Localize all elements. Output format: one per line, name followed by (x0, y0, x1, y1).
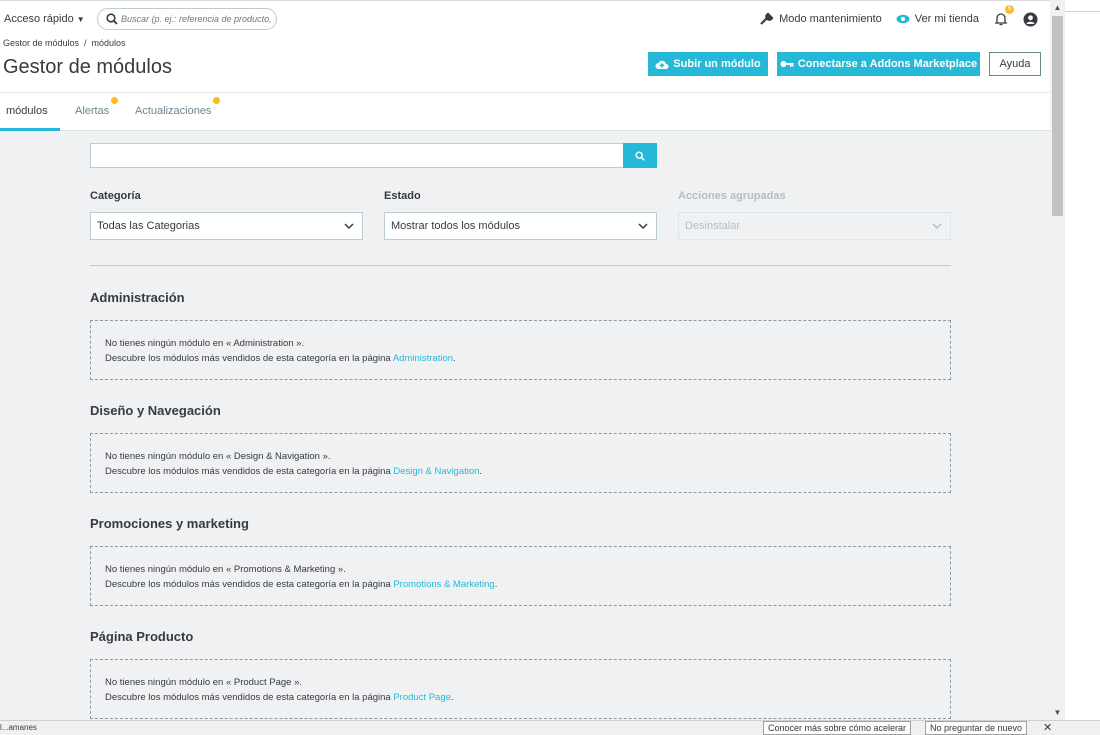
page-title: Gestor de módulos (3, 56, 172, 78)
empty-category-box: No tienes ningún módulo en « Administrat… (90, 320, 951, 380)
status-filter-label: Estado (384, 190, 421, 202)
key-icon (780, 61, 794, 67)
discover-message: Descubre los módulos más vendidos de est… (105, 692, 454, 703)
divider (1065, 11, 1100, 12)
status-select-value: Mostrar todos los módulos (391, 220, 520, 232)
discover-text: Descubre los módulos más vendidos de est… (105, 579, 394, 590)
tab-updates-label: Actualizaciones (135, 105, 212, 117)
updates-badge (213, 97, 221, 104)
side-panel (1065, 0, 1100, 735)
dont-ask-again-button[interactable]: No preguntar de nuevo (925, 721, 1028, 735)
tab-modules-label: módulos (6, 105, 48, 117)
empty-message: No tienes ningún módulo en « Design & Na… (105, 451, 331, 462)
search-icon (635, 150, 645, 161)
empty-category-box: No tienes ningún módulo en « Promotions … (90, 546, 951, 606)
quick-access-dropdown[interactable]: Acceso rápido ▼ (4, 13, 85, 25)
search-icon (106, 13, 118, 25)
scroll-down-arrow-icon[interactable]: ▼ (1050, 705, 1065, 720)
global-search-input[interactable] (121, 12, 271, 26)
scrollbar-thumb[interactable] (1052, 16, 1063, 216)
category-select[interactable]: Todas las Categorias (90, 212, 363, 240)
bulk-actions-select: Desinstalar (678, 212, 951, 240)
category-filter-label: Categoría (90, 190, 141, 202)
chevron-down-icon (932, 223, 942, 230)
scroll-up-arrow-icon[interactable]: ▲ (1050, 0, 1065, 15)
chevron-down-icon[interactable]: ✕ (1043, 721, 1052, 734)
global-search[interactable] (97, 8, 277, 30)
tab-bar: módulos Alertas Actualizaciones (0, 93, 1050, 131)
empty-message: No tienes ningún módulo en « Product Pag… (105, 677, 302, 688)
app-window: Acceso rápido▼ Modo mantenimiento Ver mi… (0, 0, 1050, 720)
category-link[interactable]: Administration (393, 353, 453, 364)
empty-category-box: No tienes ningún módulo en « Design & Na… (90, 433, 951, 493)
help-button[interactable]: Ayuda (989, 52, 1041, 76)
tab-modules[interactable]: módulos (6, 105, 48, 117)
status-text: l...amanes (0, 723, 37, 732)
empty-message: No tienes ningún módulo en « Administrat… (105, 338, 305, 349)
bulk-actions-label: Acciones agrupadas (678, 190, 786, 202)
module-search-button[interactable] (623, 143, 657, 168)
category-select-value: Todas las Categorias (97, 220, 200, 232)
alerts-badge (111, 97, 119, 104)
eye-icon (896, 14, 910, 24)
empty-category-box: No tienes ningún módulo en « Product Pag… (90, 659, 951, 719)
upload-module-button[interactable]: Subir un módulo (648, 52, 768, 76)
tab-alerts[interactable]: Alertas (75, 97, 119, 117)
maintenance-link[interactable]: Modo mantenimiento (760, 12, 882, 26)
tab-updates[interactable]: Actualizaciones (135, 97, 221, 117)
discover-message: Descubre los módulos más vendidos de est… (105, 579, 498, 590)
divider (90, 265, 951, 266)
caret-down-icon: ▼ (76, 15, 85, 24)
notification-badge: 6 (1005, 5, 1014, 14)
active-tab-indicator (0, 128, 60, 131)
discover-text: Descubre los módulos más vendidos de est… (105, 692, 394, 703)
notifications-button[interactable]: 6 (993, 5, 1014, 27)
chevron-down-icon (638, 223, 648, 230)
top-right-links: Modo mantenimiento Ver mi tienda 6 (760, 5, 1038, 27)
user-avatar-icon[interactable] (1023, 12, 1038, 27)
cloud-upload-icon (655, 60, 669, 69)
category-link[interactable]: Promotions & Marketing (393, 579, 494, 590)
learn-more-button[interactable]: Conocer más sobre cómo acelerar (763, 721, 912, 735)
browser-notification-bar: l...amanes Conocer más sobre cómo aceler… (0, 720, 1100, 735)
page-header: Gestor de módulos / módulos Gestor de mó… (0, 34, 1050, 93)
section-title: Diseño y Navegación (90, 403, 221, 418)
vertical-scrollbar[interactable]: ▲ ▼ (1050, 0, 1065, 720)
status-select[interactable]: Mostrar todos los módulos (384, 212, 657, 240)
module-search-input[interactable] (90, 143, 624, 168)
section-title: Página Producto (90, 629, 194, 644)
discover-message: Descubre los módulos más vendidos de est… (105, 353, 456, 364)
upload-module-label: Subir un módulo (673, 58, 761, 70)
view-store-label: Ver mi tienda (914, 13, 979, 25)
category-link[interactable]: Product Page (393, 692, 451, 703)
wrench-icon (760, 12, 774, 25)
breadcrumb: Gestor de módulos / módulos (3, 38, 126, 48)
section-title: Promociones y marketing (90, 516, 249, 531)
connect-addons-label: Conectarse a Addons Marketplace (797, 58, 978, 70)
discover-text: Descubre los módulos más vendidos de est… (105, 466, 394, 477)
connect-addons-button[interactable]: Conectarse a Addons Marketplace (777, 52, 980, 76)
bulk-actions-value: Desinstalar (685, 220, 741, 232)
section-title: Administración (90, 290, 185, 305)
view-store-link[interactable]: Ver mi tienda (896, 13, 979, 25)
chevron-down-icon (344, 223, 354, 230)
empty-message: No tienes ningún módulo en « Promotions … (105, 564, 346, 575)
maintenance-label: Modo mantenimiento (779, 13, 882, 25)
category-link[interactable]: Design & Navigation (393, 466, 479, 477)
discover-text: Descubre los módulos más vendidos de est… (105, 353, 393, 364)
top-bar: Acceso rápido▼ Modo mantenimiento Ver mi… (0, 0, 1050, 34)
discover-message: Descubre los módulos más vendidos de est… (105, 466, 483, 477)
tab-alerts-label: Alertas (75, 105, 110, 117)
quick-access-label: Acceso rápido (4, 13, 74, 25)
